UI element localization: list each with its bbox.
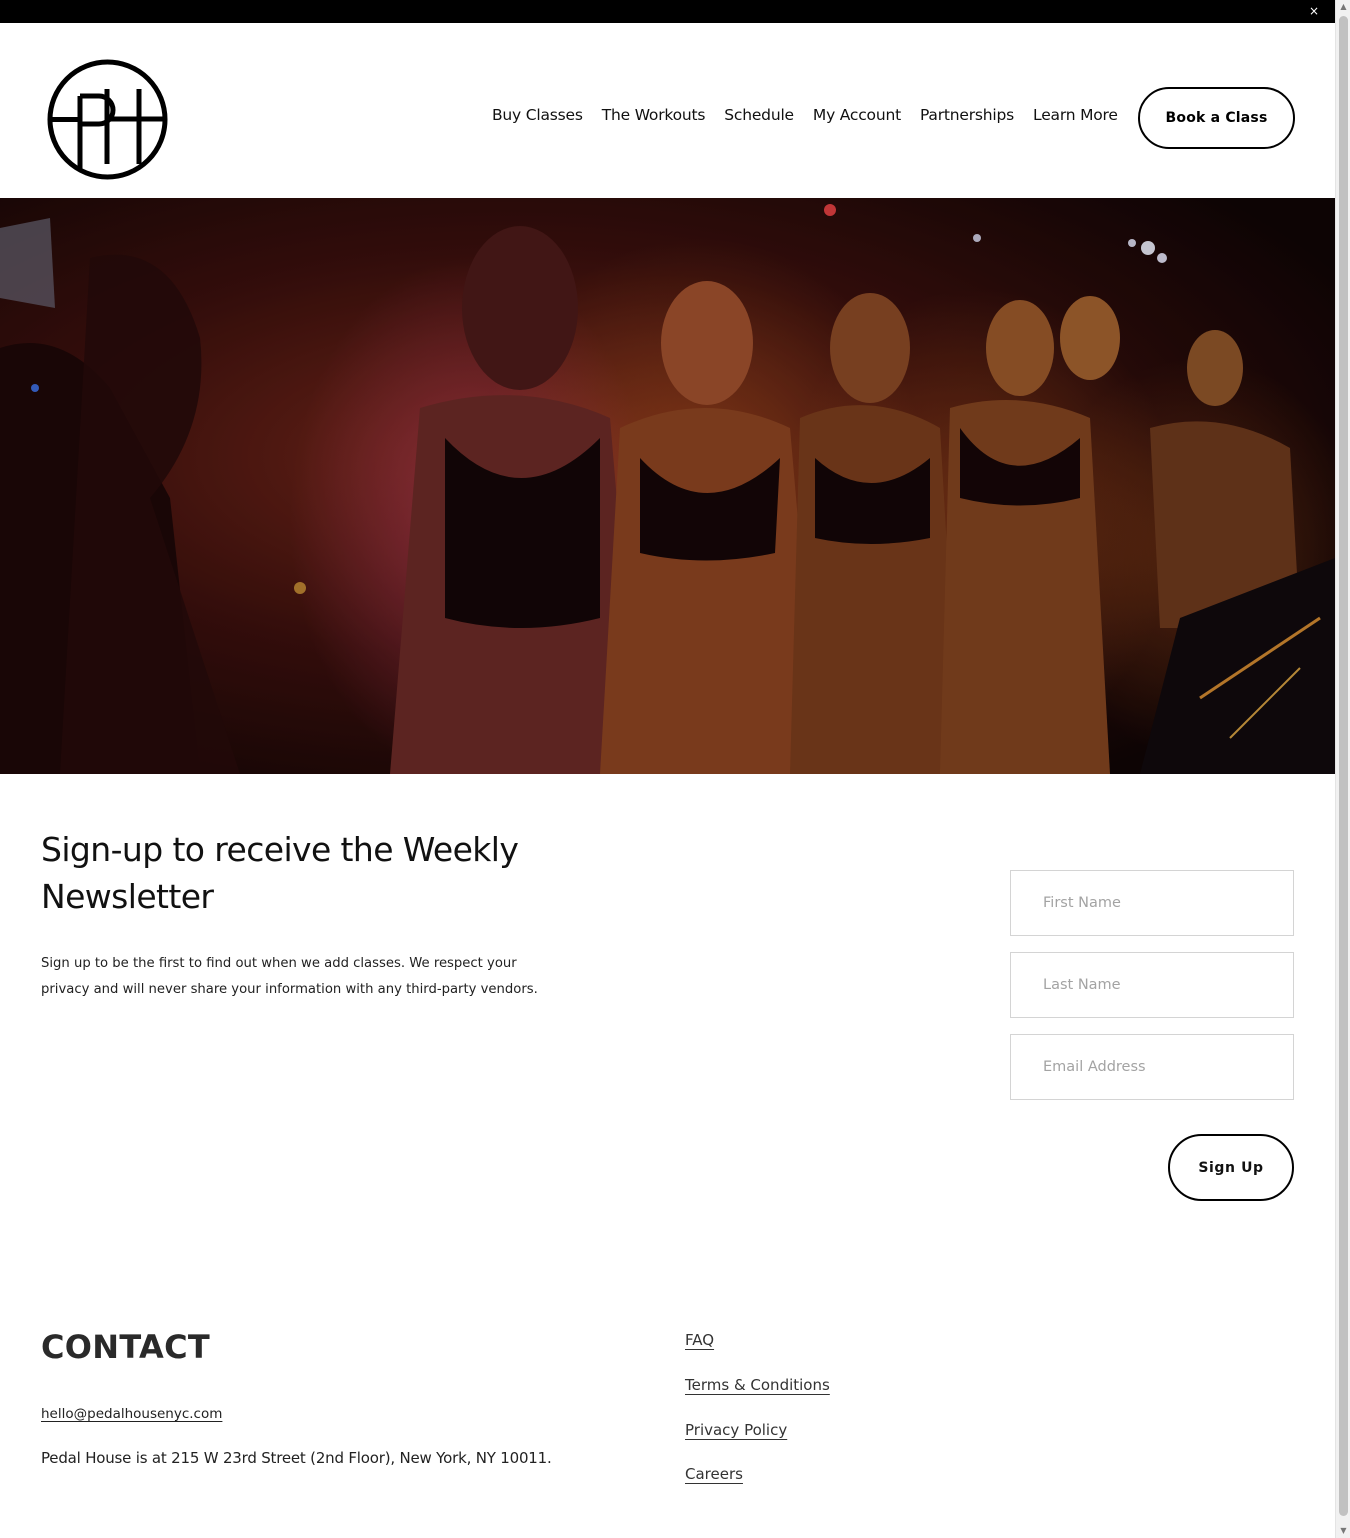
first-name-field[interactable] (1010, 870, 1294, 936)
contact-address: Pedal House is at 215 W 23rd Street (2nd… (41, 1449, 552, 1467)
nav-schedule[interactable]: Schedule (724, 106, 794, 124)
contact-heading: CONTACT (41, 1328, 210, 1366)
scrollbar-thumb[interactable] (1339, 16, 1348, 1516)
hero-image (0, 198, 1335, 774)
logo[interactable] (47, 59, 168, 180)
footer-link-careers[interactable]: Careers (685, 1465, 743, 1483)
announcement-bar: × (0, 0, 1335, 23)
nav-partnerships[interactable]: Partnerships (920, 106, 1014, 124)
footer-link-terms[interactable]: Terms & Conditions (685, 1376, 830, 1394)
newsletter-description: Sign up to be the first to find out when… (41, 956, 538, 997)
nav-the-workouts[interactable]: The Workouts (602, 106, 706, 124)
logo-mark (47, 59, 168, 180)
nav-my-account[interactable]: My Account (813, 106, 901, 124)
email-field[interactable] (1010, 1034, 1294, 1100)
nav-buy-classes[interactable]: Buy Classes (492, 106, 583, 124)
nav-learn-more[interactable]: Learn More (1033, 106, 1118, 124)
last-name-field[interactable] (1010, 952, 1294, 1018)
close-icon[interactable]: × (1309, 4, 1319, 18)
scrollbar[interactable]: ▲ ▼ (1335, 0, 1350, 1538)
newsletter-title: Sign-up to receive the Weekly Newsletter (41, 830, 519, 916)
contact-email-link[interactable]: hello@pedalhousenyc.com (41, 1406, 222, 1422)
book-a-class-button[interactable]: Book a Class (1138, 87, 1295, 149)
scroll-up-arrow-icon[interactable]: ▲ (1336, 0, 1350, 14)
footer-link-faq[interactable]: FAQ (685, 1331, 714, 1349)
main-nav: Buy Classes The Workouts Schedule My Acc… (492, 106, 1118, 124)
scroll-down-arrow-icon[interactable]: ▼ (1336, 1524, 1350, 1538)
footer-link-privacy[interactable]: Privacy Policy (685, 1421, 787, 1439)
sign-up-button[interactable]: Sign Up (1168, 1134, 1294, 1201)
hero-photo (0, 198, 1335, 774)
site-header: Buy Classes The Workouts Schedule My Acc… (0, 23, 1335, 198)
